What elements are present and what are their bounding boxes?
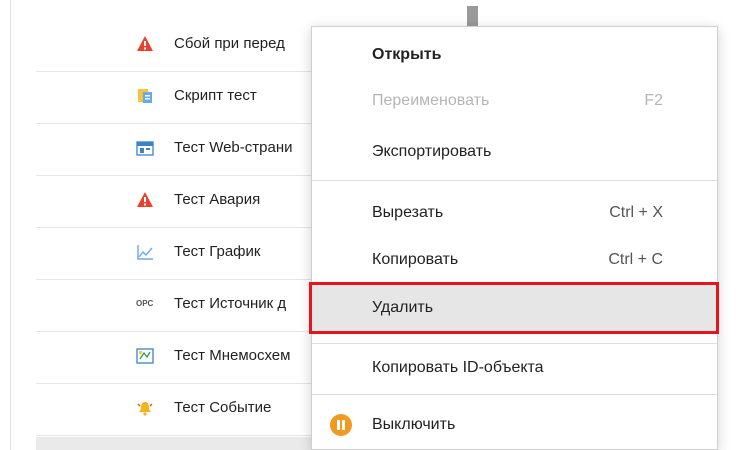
- script-icon: [136, 87, 154, 105]
- alarm-warning-icon: [136, 191, 154, 209]
- shortcut-label: Ctrl + C: [608, 251, 663, 268]
- menu-item-label: Копировать ID-объекта: [372, 359, 544, 376]
- opc-source-icon: OPC: [136, 299, 154, 308]
- web-page-icon: [136, 139, 154, 157]
- tree-item-label: Тест Web-страни: [174, 139, 293, 156]
- menu-item-copy[interactable]: Копировать Ctrl + C: [312, 237, 717, 283]
- menu-item-label: Копировать: [372, 251, 459, 268]
- menu-item-open[interactable]: Открыть: [312, 32, 717, 78]
- panel-border: [10, 0, 11, 450]
- pause-icon: [330, 414, 352, 436]
- menu-item-label: Открыть: [372, 46, 442, 63]
- chart-icon: [136, 243, 154, 261]
- tree-item-label: Тест График: [174, 243, 261, 260]
- scrollbar-thumb[interactable]: [467, 6, 478, 28]
- menu-item-disable[interactable]: Выключить: [312, 402, 717, 448]
- menu-item-cut[interactable]: Вырезать Ctrl + X: [312, 190, 717, 236]
- mnemonic-scheme-icon: [136, 347, 154, 365]
- tree-item-label: Тест Мнемосхем: [174, 347, 291, 364]
- tree-item-label: Тест Источник д: [174, 295, 287, 312]
- shortcut-label: F2: [644, 92, 663, 109]
- tree-item-label: Сбой при перед: [174, 35, 285, 52]
- menu-item-copy-id[interactable]: Копировать ID-объекта: [312, 345, 717, 391]
- menu-item-label: Экспортировать: [372, 143, 492, 160]
- menu-separator: [312, 343, 717, 344]
- menu-item-label: Переименовать: [372, 92, 490, 109]
- tree-item-label: Тест Авария: [174, 191, 261, 208]
- menu-item-export[interactable]: Экспортировать: [312, 129, 717, 175]
- menu-item-label: Вырезать: [372, 204, 444, 221]
- menu-item-label: Выключить: [372, 416, 456, 433]
- menu-item-rename[interactable]: Переименовать F2: [312, 78, 717, 124]
- menu-separator: [312, 180, 717, 181]
- context-menu: Открыть Переименовать F2 Экспортировать …: [311, 26, 718, 450]
- event-bell-icon: [136, 399, 154, 417]
- tree-item-label: Скрипт тест: [174, 87, 257, 104]
- menu-separator: [312, 394, 717, 395]
- tree-item-label: Тест Событие: [174, 399, 272, 416]
- alarm-warning-icon: [136, 35, 154, 53]
- delete-highlight-frame: [309, 282, 719, 334]
- shortcut-label: Ctrl + X: [609, 204, 663, 221]
